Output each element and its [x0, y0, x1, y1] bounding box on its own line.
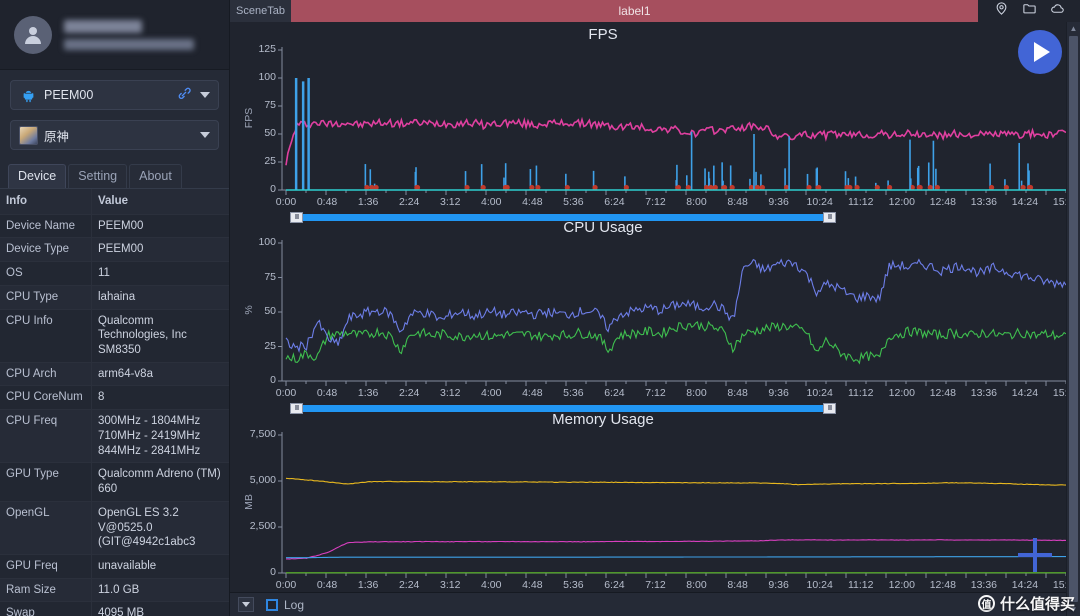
table-cell-value: 11 [98, 267, 110, 280]
table-row[interactable]: OpenGL OpenGL ES 3.2 V@0525.0 (GIT@4942c1… [0, 501, 229, 555]
watermark: 值 什么值得买 [977, 592, 1075, 614]
scene-label-bar[interactable]: label1 [291, 0, 980, 22]
device-info-table: Info Value Device Name PEEM00 Device Type PEE… [0, 188, 229, 616]
table-cell-info: CPU Type [0, 285, 92, 309]
picker-group: PEEM00 原神 [0, 70, 229, 164]
log-checkbox[interactable]: Log [266, 598, 304, 612]
scroll-up-arrow[interactable]: ▲ [1070, 22, 1078, 35]
folder-icon[interactable] [1022, 1, 1037, 21]
panel-dropdown-button[interactable] [238, 597, 254, 612]
table-row[interactable]: OS 11 [0, 262, 229, 286]
chevron-down-icon[interactable] [200, 92, 210, 98]
table-row[interactable]: GPU Freq unavailable [0, 554, 229, 579]
table-cell-info: Device Name [0, 214, 92, 238]
game-thumbnail [18, 125, 38, 145]
main-panel: SceneTab label1 FPS FPS 0 25 50 75 100 125 0:00 0… [230, 0, 1080, 616]
table-cell-info: CPU Info [0, 309, 92, 362]
table-cell-value: 8 [98, 391, 105, 404]
vertical-scrollbar[interactable]: ▲ ▼ [1066, 22, 1080, 616]
table-cell-info: CPU Freq [0, 410, 92, 463]
usb-link-icon[interactable] [176, 86, 194, 105]
series-line [285, 258, 1067, 353]
slider-handle-left[interactable]: IIII [290, 403, 303, 414]
table-header-row: Info Value [0, 189, 229, 215]
table-cell-value: PEEM00 [98, 219, 144, 232]
android-robot-icon [19, 86, 37, 104]
table-row[interactable]: CPU Freq 300MHz - 1804MHz 710MHz - 2419MH… [0, 410, 229, 464]
tab-device[interactable]: Device [8, 164, 67, 188]
series-line [285, 477, 1067, 486]
scene-tab[interactable]: SceneTab [230, 0, 291, 22]
top-bar-icons [980, 0, 1080, 22]
series-line [285, 320, 1067, 365]
cloud-icon[interactable] [1050, 1, 1065, 21]
table-cell-value: PEEM00 [98, 243, 144, 256]
table-cell-info: Device Type [0, 238, 92, 262]
table-cell-info: GPU Type [0, 463, 92, 501]
log-checkbox-box[interactable] [266, 598, 278, 611]
sidebar-tabs: Device Setting About [0, 164, 229, 188]
table-cell-value: 11.0 GB [98, 583, 140, 596]
table-cell-value: 300MHz - 1804MHz 710MHz - 2419MHz 844MHz… [98, 415, 201, 457]
chevron-down-icon[interactable] [200, 132, 210, 138]
table-cell-value: Qualcomm Adreno (TM) 660 [98, 468, 221, 496]
chart-memory-usage: Memory Usage MB 0 2,500 5,000 7,500 0:00 0:48 1:… [230, 407, 1079, 592]
table-row[interactable]: Device Type PEEM00 [0, 238, 229, 263]
profile-name-redacted [64, 19, 215, 50]
play-button[interactable] [1018, 30, 1062, 74]
scrollbar-thumb[interactable] [1069, 36, 1078, 602]
log-checkbox-label: Log [284, 597, 305, 612]
table-cell-info: OpenGL [0, 501, 92, 554]
user-avatar-icon[interactable] [14, 15, 52, 54]
table-row[interactable]: CPU Info Qualcomm Technologies, Inc SM835… [0, 309, 229, 363]
slider-handle-left[interactable]: IIII [290, 212, 303, 223]
table-cell-info: CPU Arch [0, 362, 92, 386]
table-cell-value: lahaina [98, 290, 136, 303]
slider-handle-right[interactable]: IIII [823, 403, 836, 414]
device-picker[interactable]: PEEM00 [10, 80, 219, 110]
table-cell-info: Ram Size [0, 578, 92, 602]
table-cell-info: Swap [0, 602, 92, 616]
table-cell-info: GPU Freq [0, 554, 92, 578]
chart-cpu-usage: CPU Usage% 0 25 50 75 100 0:00 0:48 1:36 2:24 3:12… [230, 215, 1079, 414]
table-row[interactable]: Swap 4095 MB [0, 602, 229, 616]
sidebar: PEEM00 原神 Device Setting About Info Value… [0, 0, 230, 616]
watermark-badge: 值 [977, 594, 995, 612]
table-row[interactable]: GPU Type Qualcomm Adreno (TM) 660 [0, 463, 229, 502]
table-cell-value: OpenGL ES 3.2 V@0525.0 (GIT@4942c1abc3 [98, 506, 196, 549]
table-cell-info: OS [0, 262, 92, 285]
watermark-text: 什么值得买 [999, 595, 1075, 613]
chart-plot-area[interactable] [230, 407, 1080, 592]
app-window: PEEM00 原神 Device Setting About Info Value… [0, 0, 1080, 616]
table-row[interactable]: CPU CoreNum 8 [0, 386, 229, 411]
device-picker-label: PEEM00 [44, 88, 94, 102]
table-cell-value: unavailable [98, 559, 157, 572]
table-header-cell: Info [0, 189, 92, 214]
app-picker[interactable]: 原神 [10, 120, 219, 150]
table-cell-value: Qualcomm Technologies, Inc SM8350 [98, 314, 187, 357]
table-row[interactable]: Device Name PEEM00 [0, 214, 229, 239]
table-row[interactable]: CPU Type lahaina [0, 285, 229, 310]
series-line [286, 556, 1066, 559]
location-pin-icon[interactable] [994, 1, 1009, 21]
table-header-cell: Value [98, 195, 129, 207]
chart-plot-area[interactable] [230, 22, 1080, 215]
add-chart-button[interactable] [1018, 538, 1052, 572]
series-line [285, 116, 1067, 166]
tab-about[interactable]: About [129, 164, 182, 188]
app-picker-label: 原神 [44, 129, 70, 144]
slider-handle-right[interactable]: IIII [823, 212, 836, 223]
table-cell-info: CPU CoreNum [0, 386, 92, 410]
profile-section[interactable] [0, 0, 229, 70]
tab-setting[interactable]: Setting [68, 164, 128, 188]
bottom-bar: Log [230, 592, 1080, 616]
table-cell-value: 4095 MB [98, 607, 145, 616]
table-row[interactable]: CPU Arch arm64-v8a [0, 362, 229, 387]
chart-fps: FPS FPS 0 25 50 75 100 125 0:00 0:48 1:36 2:24 3:12 4… [230, 22, 1079, 223]
chart-plot-area[interactable] [230, 215, 1080, 407]
top-bar: SceneTab label1 [230, 0, 1080, 22]
table-cell-value: arm64-v8a [98, 367, 153, 380]
table-row[interactable]: Ram Size 11.0 GB [0, 578, 229, 603]
charts-area: FPS FPS 0 25 50 75 100 125 0:00 0:48 1:36 2:24 3:12 4… [230, 22, 1080, 592]
